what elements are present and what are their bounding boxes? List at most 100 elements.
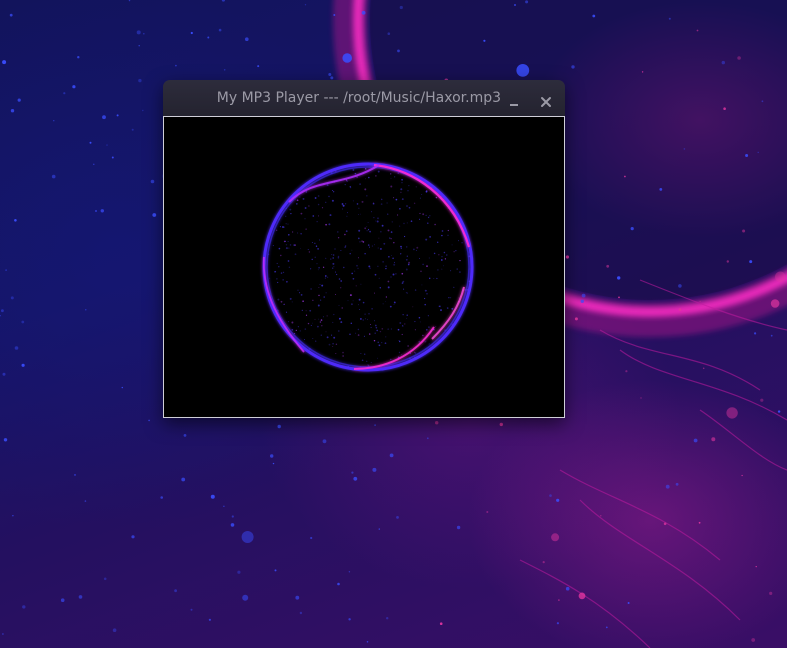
visualizer-particle [289, 297, 292, 300]
visualizer-particle [441, 234, 443, 237]
star [333, 14, 336, 16]
visualizer-particle [340, 280, 343, 282]
visualizer-particle [321, 324, 323, 327]
visualizer-particle [373, 339, 376, 342]
minimize-button[interactable] [505, 89, 523, 107]
visualizer-particle [340, 287, 342, 289]
visualizer-particle [366, 230, 368, 232]
visualizer-particle [388, 256, 390, 258]
star [103, 577, 107, 581]
visualizer-particle [447, 307, 449, 309]
visualizer-particle [314, 256, 316, 258]
visualizer-particle [438, 254, 440, 256]
visualizer-particle [356, 264, 358, 267]
star [516, 64, 530, 77]
star [374, 424, 376, 426]
visualizer-particle [296, 199, 299, 202]
visualizer-particle [369, 267, 371, 269]
window-titlebar[interactable]: My MP3 Player --- /root/Music/Haxor.mp3 [163, 80, 565, 116]
visualizer-particle [455, 250, 457, 252]
visualizer-particle [424, 289, 427, 292]
visualizer-particle [425, 238, 428, 241]
visualizer-particle [285, 311, 287, 313]
visualizer-particle [333, 336, 336, 339]
visualizer-particle [359, 241, 361, 243]
visualizer-particle [404, 235, 406, 238]
visualizer-particle [427, 222, 429, 224]
star [78, 595, 83, 599]
visualizer-particle [393, 304, 395, 305]
visualizer-particle [342, 351, 344, 354]
visualizer-particle [275, 229, 278, 232]
visualizer-particle [377, 170, 380, 173]
visualizer-particle [316, 263, 318, 265]
visualizer-particle [368, 246, 371, 248]
visualizer-particle [357, 267, 359, 270]
visualizer-particle [290, 212, 292, 215]
visualizer-particle [291, 301, 293, 303]
visualizer-particle [428, 343, 430, 345]
visualizer-particle [389, 305, 392, 308]
visualizer-particle [318, 294, 320, 297]
visualizer-particle [359, 308, 361, 311]
visualizer-particle [443, 265, 445, 267]
visualizer-particle [364, 227, 367, 230]
star [549, 494, 552, 497]
visualizer-particle [360, 283, 362, 285]
visualizer-particle [385, 336, 387, 338]
visualizer-particle [450, 297, 452, 299]
visualizer-particle [390, 328, 392, 330]
visualizer-particle [337, 255, 340, 258]
star [241, 531, 254, 543]
visualizer-particle [301, 309, 303, 311]
visualizer-particle [406, 314, 408, 316]
visualizer-particle [358, 207, 360, 209]
visualizer-particle [314, 197, 317, 199]
visualizer-particle [379, 287, 381, 289]
visualizer-particle [407, 190, 409, 192]
star [160, 496, 163, 499]
mp3-player-window[interactable]: My MP3 Player --- /root/Music/Haxor.mp3 [163, 80, 565, 418]
visualizer-canvas[interactable] [163, 116, 565, 418]
visualizer-particle [285, 247, 288, 250]
visualizer-particle [414, 352, 417, 354]
visualizer-particle [458, 240, 459, 242]
visualizer-particle [418, 316, 421, 319]
star [525, 0, 529, 4]
visualizer-particle [360, 213, 361, 215]
visualizer-particle [352, 168, 355, 171]
visualizer-particle [399, 322, 402, 324]
visualizer-particle [294, 333, 296, 335]
star [630, 227, 634, 231]
visualizer-particle [330, 258, 332, 260]
star [514, 4, 516, 6]
star [295, 595, 300, 600]
visualizer-particle [389, 237, 391, 239]
star [580, 299, 584, 303]
visualizer-particle [334, 248, 336, 250]
visualizer-particle [337, 257, 340, 259]
visualizer-particle [337, 237, 340, 239]
visualizer-particle [326, 276, 329, 278]
visualizer-particle [380, 203, 383, 205]
visualizer-particle [322, 266, 325, 268]
star [565, 255, 570, 259]
visualizer-particle [374, 332, 376, 334]
visualizer-particle [459, 259, 461, 262]
visualizer-particle [413, 202, 416, 205]
visualizer-particle [300, 212, 303, 215]
visualizer-particle [287, 320, 290, 323]
visualizer-particle [400, 188, 403, 191]
close-button[interactable] [537, 89, 555, 107]
visualizer-particle [374, 292, 375, 294]
star [775, 271, 786, 283]
waveform-ring [262, 162, 474, 372]
visualizer-particle [345, 230, 348, 233]
star [77, 56, 80, 59]
visualizer-particle [299, 330, 301, 332]
visualizer-particle [332, 254, 335, 256]
visualizer-particle [352, 300, 354, 302]
visualizer-particle [414, 329, 416, 331]
visualizer-particle [441, 256, 443, 258]
star [138, 78, 142, 83]
